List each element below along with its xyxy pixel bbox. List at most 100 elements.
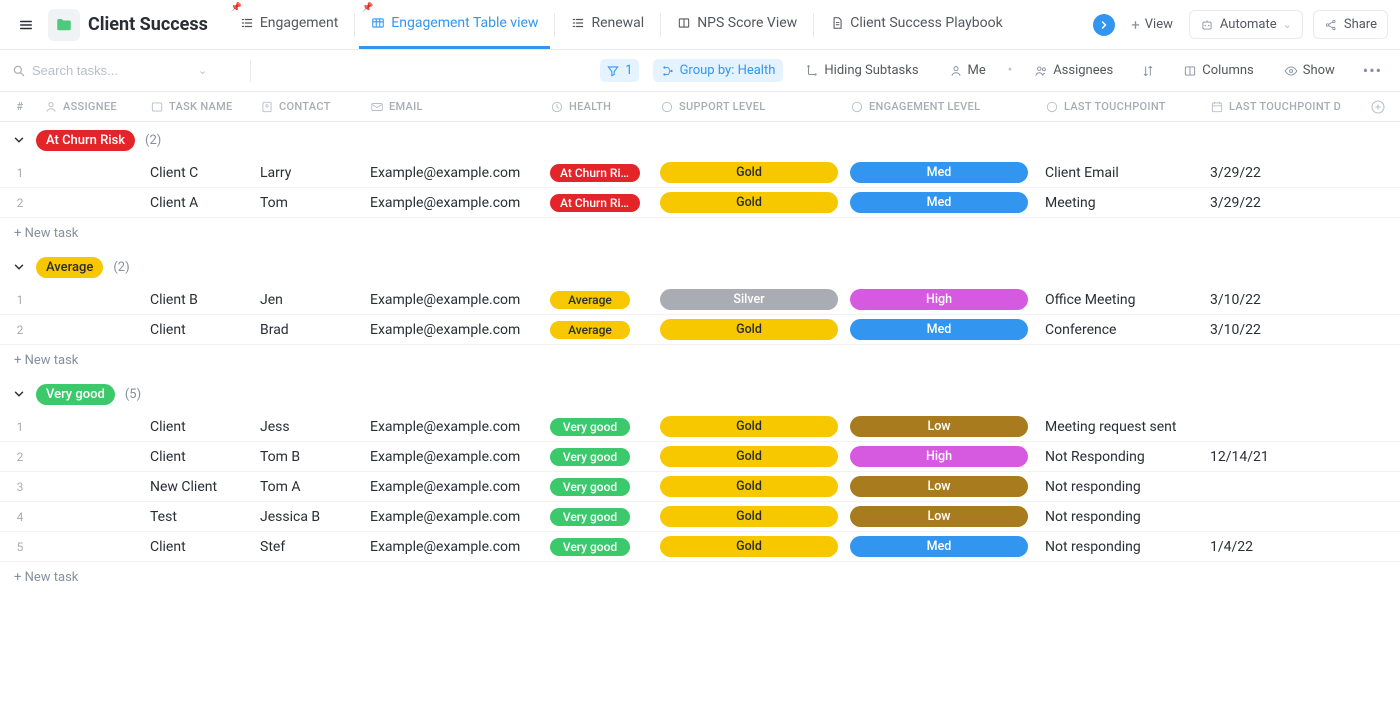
next-views-icon[interactable] xyxy=(1093,14,1115,36)
cell-touchpoint[interactable]: Conference xyxy=(1045,322,1210,338)
cell-engagement[interactable]: Med xyxy=(850,192,1045,213)
table-row[interactable]: 1ClientJessExample@example.comVery goodG… xyxy=(0,412,1400,442)
cell-engagement[interactable]: High xyxy=(850,446,1045,467)
new-task-button[interactable]: + New task xyxy=(0,218,1400,249)
tab-engagement-table-view[interactable]: 📌Engagement Table view xyxy=(359,0,550,49)
cell-touchpoint[interactable]: Meeting request sent xyxy=(1045,419,1210,435)
folder-icon[interactable] xyxy=(48,9,80,41)
cell-touchdate[interactable]: 1/4/22 xyxy=(1210,539,1365,555)
cell-contact[interactable]: Jen xyxy=(260,292,370,308)
col-header-engagement[interactable]: ENGAGEMENT LEVEL xyxy=(850,100,1045,114)
cell-health[interactable]: Very good xyxy=(550,448,660,466)
cell-task-name[interactable]: Test xyxy=(150,509,260,525)
table-row[interactable]: 2ClientBradExample@example.comAverageGol… xyxy=(0,315,1400,345)
cell-touchdate[interactable]: 3/29/22 xyxy=(1210,165,1365,181)
cell-task-name[interactable]: Client xyxy=(150,449,260,465)
col-header-contact[interactable]: CONTACT xyxy=(260,100,370,114)
cell-contact[interactable]: Jessica B xyxy=(260,509,370,525)
cell-touchpoint[interactable]: Client Email xyxy=(1045,165,1210,181)
cell-engagement[interactable]: Low xyxy=(850,416,1045,437)
share-button[interactable]: Share xyxy=(1313,10,1388,39)
cell-touchpoint[interactable]: Not responding xyxy=(1045,509,1210,525)
assignees-button[interactable]: Assignees xyxy=(1026,59,1121,82)
cell-touchdate[interactable]: 3/29/22 xyxy=(1210,195,1365,211)
cell-support[interactable]: Silver xyxy=(660,289,850,310)
cell-email[interactable]: Example@example.com xyxy=(370,539,550,555)
group-badge[interactable]: At Churn Risk xyxy=(36,130,135,151)
cell-engagement[interactable]: Med xyxy=(850,536,1045,557)
chevron-down-icon[interactable] xyxy=(12,260,26,274)
hamburger-menu-icon[interactable] xyxy=(12,11,40,39)
group-badge[interactable]: Very good xyxy=(36,384,115,405)
filter-button[interactable]: 1 xyxy=(600,59,638,82)
chevron-down-icon[interactable]: ⌄ xyxy=(198,64,207,77)
new-task-button[interactable]: + New task xyxy=(0,345,1400,376)
cell-health[interactable]: At Churn Ri... xyxy=(550,194,660,212)
add-column-icon[interactable] xyxy=(1365,99,1390,115)
cell-contact[interactable]: Larry xyxy=(260,165,370,181)
chevron-down-icon[interactable] xyxy=(12,387,26,401)
cell-contact[interactable]: Stef xyxy=(260,539,370,555)
table-row[interactable]: 2Client ATomExample@example.comAt Churn … xyxy=(0,188,1400,218)
cell-support[interactable]: Gold xyxy=(660,192,850,213)
cell-engagement[interactable]: High xyxy=(850,289,1045,310)
cell-support[interactable]: Gold xyxy=(660,506,850,527)
col-header-support[interactable]: SUPPORT LEVEL xyxy=(660,100,850,114)
cell-touchpoint[interactable]: Not responding xyxy=(1045,479,1210,495)
cell-task-name[interactable]: Client C xyxy=(150,165,260,181)
cell-health[interactable]: Very good xyxy=(550,478,660,496)
cell-email[interactable]: Example@example.com xyxy=(370,479,550,495)
cell-support[interactable]: Gold xyxy=(660,162,850,183)
tab-engagement[interactable]: 📌Engagement xyxy=(228,0,350,49)
tab-nps-score-view[interactable]: NPS Score View xyxy=(665,0,809,49)
cell-task-name[interactable]: Client xyxy=(150,322,260,338)
cell-touchpoint[interactable]: Not responding xyxy=(1045,539,1210,555)
group-by-button[interactable]: Group by: Health xyxy=(653,59,784,82)
cell-health[interactable]: Average xyxy=(550,321,660,339)
col-header-task[interactable]: TASK NAME xyxy=(150,100,260,114)
cell-contact[interactable]: Tom xyxy=(260,195,370,211)
cell-email[interactable]: Example@example.com xyxy=(370,165,550,181)
search-input[interactable] xyxy=(32,63,192,78)
cell-engagement[interactable]: Low xyxy=(850,476,1045,497)
cell-health[interactable]: Average xyxy=(550,291,660,309)
subtasks-button[interactable]: Hiding Subtasks xyxy=(797,59,926,82)
cell-support[interactable]: Gold xyxy=(660,416,850,437)
cell-engagement[interactable]: Med xyxy=(850,319,1045,340)
cell-engagement[interactable]: Med xyxy=(850,162,1045,183)
search-box[interactable]: ⌄ xyxy=(12,63,242,78)
cell-health[interactable]: Very good xyxy=(550,508,660,526)
cell-email[interactable]: Example@example.com xyxy=(370,195,550,211)
table-row[interactable]: 2ClientTom BExample@example.comVery good… xyxy=(0,442,1400,472)
cell-touchdate[interactable]: 3/10/22 xyxy=(1210,322,1365,338)
cell-support[interactable]: Gold xyxy=(660,446,850,467)
table-row[interactable]: 1Client BJenExample@example.comAverageSi… xyxy=(0,285,1400,315)
add-view-button[interactable]: + View xyxy=(1125,12,1179,38)
chevron-down-icon[interactable] xyxy=(12,133,26,147)
cell-support[interactable]: Gold xyxy=(660,319,850,340)
sort-button[interactable] xyxy=(1135,60,1161,82)
cell-email[interactable]: Example@example.com xyxy=(370,509,550,525)
cell-touchpoint[interactable]: Meeting xyxy=(1045,195,1210,211)
cell-touchdate[interactable]: 3/10/22 xyxy=(1210,292,1365,308)
columns-button[interactable]: Columns xyxy=(1175,59,1262,82)
new-task-button[interactable]: + New task xyxy=(0,562,1400,593)
col-header-email[interactable]: EMAIL xyxy=(370,100,550,114)
col-header-touchdate[interactable]: LAST TOUCHPOINT D xyxy=(1210,100,1365,114)
cell-email[interactable]: Example@example.com xyxy=(370,419,550,435)
cell-email[interactable]: Example@example.com xyxy=(370,449,550,465)
cell-health[interactable]: At Churn Ri... xyxy=(550,164,660,182)
cell-task-name[interactable]: Client B xyxy=(150,292,260,308)
table-row[interactable]: 4TestJessica BExample@example.comVery go… xyxy=(0,502,1400,532)
cell-contact[interactable]: Brad xyxy=(260,322,370,338)
group-badge[interactable]: Average xyxy=(36,257,103,278)
cell-health[interactable]: Very good xyxy=(550,418,660,436)
cell-email[interactable]: Example@example.com xyxy=(370,292,550,308)
me-button[interactable]: Me xyxy=(941,59,994,82)
cell-touchdate[interactable]: 12/14/21 xyxy=(1210,449,1365,465)
table-row[interactable]: 3New ClientTom AExample@example.comVery … xyxy=(0,472,1400,502)
cell-task-name[interactable]: Client xyxy=(150,419,260,435)
col-header-touchpoint[interactable]: LAST TOUCHPOINT xyxy=(1045,100,1210,114)
cell-task-name[interactable]: Client A xyxy=(150,195,260,211)
cell-touchpoint[interactable]: Not Responding xyxy=(1045,449,1210,465)
